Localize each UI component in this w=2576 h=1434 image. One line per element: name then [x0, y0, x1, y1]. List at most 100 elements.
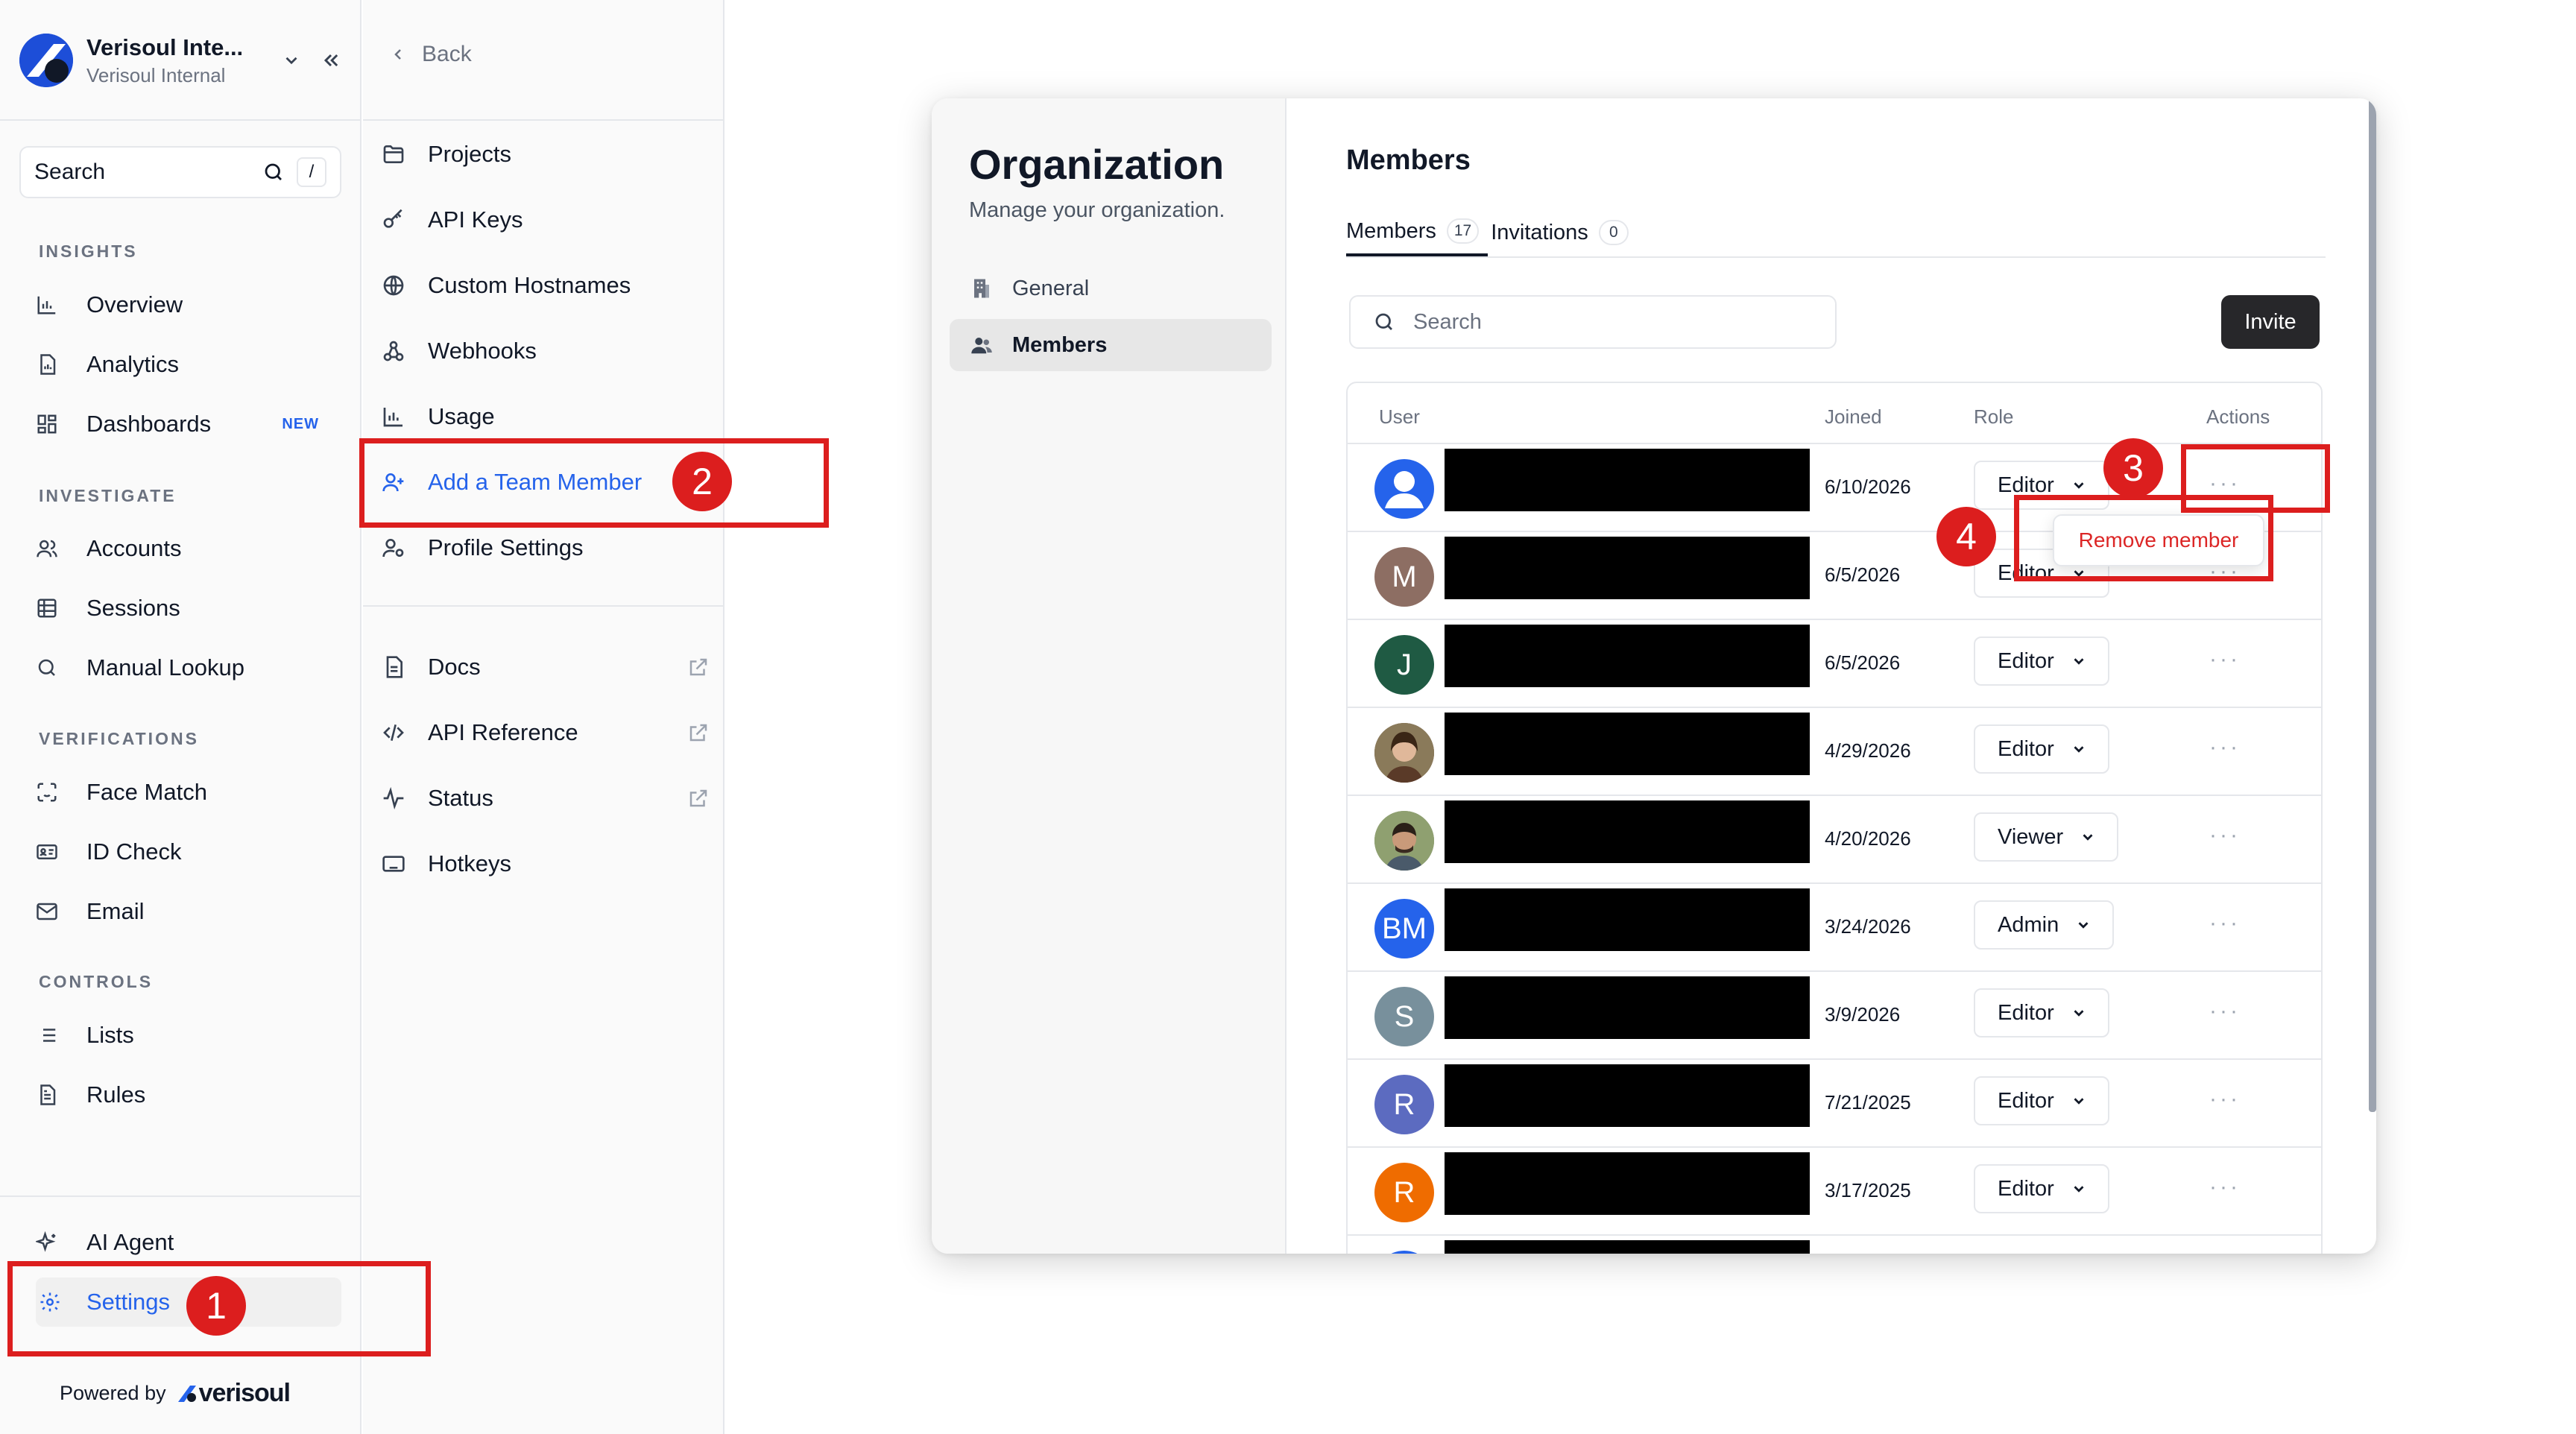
- table-row: [1348, 1234, 2321, 1254]
- role-select[interactable]: Admin: [1974, 900, 2115, 950]
- sidebar-item-label: Sessions: [86, 595, 180, 621]
- organization-description: Manage your organization.: [969, 198, 1225, 222]
- users-icon: [36, 537, 69, 560]
- divider: [0, 1195, 362, 1197]
- redacted-user-info: [1445, 800, 1810, 863]
- sidebar-search[interactable]: Search /: [19, 146, 341, 198]
- face-scan-icon: [36, 781, 69, 803]
- search-icon: [262, 161, 285, 183]
- tab-count: 17: [1446, 218, 1480, 244]
- sidebar-item-label: Lists: [86, 1022, 134, 1048]
- globe-icon: [382, 274, 411, 297]
- sidebar-item-email[interactable]: Email: [36, 887, 331, 936]
- settings-item-label: Profile Settings: [428, 534, 584, 560]
- settings-item-custom-hostnames[interactable]: Custom Hostnames: [382, 261, 710, 310]
- role-select[interactable]: Editor: [1974, 1164, 2109, 1213]
- role-select[interactable]: Editor: [1974, 724, 2109, 774]
- sidebar-item-label: Face Match: [86, 779, 207, 805]
- sidebar-item-id-check[interactable]: ID Check: [36, 827, 331, 876]
- redacted-user-info: [1445, 713, 1810, 775]
- row-actions-button[interactable]: ···: [2209, 735, 2241, 760]
- section-investigate: INVESTIGATE: [39, 486, 177, 505]
- collapse-sidebar-icon[interactable]: [315, 44, 347, 77]
- back-label: Back: [422, 42, 472, 66]
- settings-item-projects[interactable]: Projects: [382, 130, 710, 179]
- row-actions-button[interactable]: ···: [2209, 999, 2241, 1024]
- org-switcher[interactable]: Verisoul Inte... Verisoul Internal: [19, 30, 347, 91]
- chevron-down-icon: [2071, 741, 2087, 757]
- chevron-down-icon[interactable]: [275, 44, 308, 77]
- settings-item-api-keys[interactable]: API Keys: [382, 195, 710, 244]
- user-settings-icon: [382, 536, 411, 560]
- settings-link-api-reference[interactable]: API Reference: [382, 708, 710, 757]
- brand-logo: verisoul: [177, 1379, 291, 1408]
- avatar: J: [1374, 635, 1434, 695]
- joined-date: 6/10/2026: [1825, 476, 1911, 498]
- bar-chart-icon: [36, 294, 69, 316]
- external-link-icon: [687, 721, 710, 744]
- row-actions-button[interactable]: ···: [2209, 823, 2241, 848]
- sidebar-item-accounts[interactable]: Accounts: [36, 524, 331, 573]
- settings-item-usage[interactable]: Usage: [382, 392, 710, 441]
- settings-link-label: Hotkeys: [428, 850, 511, 876]
- row-actions-button[interactable]: ···: [2209, 1175, 2241, 1200]
- window-scrollbar[interactable]: [2369, 98, 2376, 1112]
- rules-icon: [36, 1084, 69, 1106]
- org-nav-members[interactable]: Members: [950, 319, 1272, 371]
- sidebar-item-overview[interactable]: Overview: [36, 280, 331, 329]
- role-value: Editor: [1998, 1088, 2054, 1113]
- settings-link-hotkeys[interactable]: Hotkeys: [382, 839, 710, 888]
- sidebar-item-rules[interactable]: Rules: [36, 1070, 331, 1119]
- org-nav-general[interactable]: General: [950, 262, 1272, 315]
- tab-label: Invitations: [1491, 220, 1588, 244]
- row-actions-button[interactable]: ···: [2209, 647, 2241, 672]
- sidebar-item-label: AI Agent: [86, 1229, 174, 1255]
- sidebar-item-ai-agent[interactable]: AI Agent: [36, 1218, 331, 1267]
- row-actions-button[interactable]: ···: [2209, 911, 2241, 936]
- sidebar-item-dashboards[interactable]: Dashboards NEW: [36, 399, 331, 449]
- sidebar-item-label: Dashboards: [86, 411, 212, 437]
- avatar: R: [1374, 1163, 1434, 1222]
- settings-link-status[interactable]: Status: [382, 774, 710, 823]
- divider: [363, 119, 724, 121]
- settings-item-webhooks[interactable]: Webhooks: [382, 326, 710, 376]
- org-name: Verisoul Inte...: [86, 34, 244, 60]
- external-link-icon: [687, 787, 710, 809]
- row-actions-button[interactable]: ···: [2209, 1087, 2241, 1112]
- sidebar-item-manual-lookup[interactable]: Manual Lookup: [36, 643, 331, 692]
- settings-item-label: Custom Hostnames: [428, 272, 631, 298]
- settings-link-docs[interactable]: Docs: [382, 642, 710, 692]
- role-select[interactable]: Editor: [1974, 1076, 2109, 1125]
- table-row: R 3/17/2025 Editor ···: [1348, 1146, 2321, 1234]
- settings-item-label: API Keys: [428, 206, 523, 233]
- role-value: Viewer: [1998, 824, 2064, 849]
- role-value: Editor: [1998, 473, 2054, 497]
- settings-item-profile-settings[interactable]: Profile Settings: [382, 523, 710, 572]
- avatar: [1374, 723, 1434, 783]
- sidebar-item-face-match[interactable]: Face Match: [36, 768, 331, 817]
- members-search-input[interactable]: Search: [1349, 295, 1837, 349]
- column-header-role: Role: [1974, 405, 2014, 428]
- role-select[interactable]: Editor: [1974, 637, 2109, 686]
- doc-icon: [382, 655, 411, 679]
- column-header-joined: Joined: [1825, 405, 1882, 428]
- main-sidebar: Verisoul Inte... Verisoul Internal Searc…: [0, 0, 362, 1434]
- sidebar-item-sessions[interactable]: Sessions: [36, 584, 331, 633]
- role-value: Admin: [1998, 912, 2059, 937]
- avatar: [1374, 811, 1434, 871]
- settings-item-label: Webhooks: [428, 338, 537, 364]
- sidebar-item-label: ID Check: [86, 838, 182, 865]
- role-select[interactable]: Viewer: [1974, 812, 2119, 862]
- webhook-icon: [382, 339, 411, 363]
- search-icon: [36, 657, 69, 679]
- sidebar-item-analytics[interactable]: Analytics: [36, 340, 331, 389]
- invite-button[interactable]: Invite: [2221, 295, 2320, 349]
- tab-members[interactable]: Members 17: [1346, 209, 1489, 256]
- role-select[interactable]: Editor: [1974, 988, 2109, 1037]
- joined-date: 4/20/2026: [1825, 827, 1911, 850]
- org-subtitle: Verisoul Internal: [86, 63, 226, 86]
- back-button[interactable]: Back: [389, 42, 472, 67]
- table-row: BM 3/24/2026 Admin ···: [1348, 882, 2321, 970]
- sidebar-item-lists[interactable]: Lists: [36, 1011, 331, 1060]
- tab-invitations[interactable]: Invitations 0: [1491, 209, 1638, 256]
